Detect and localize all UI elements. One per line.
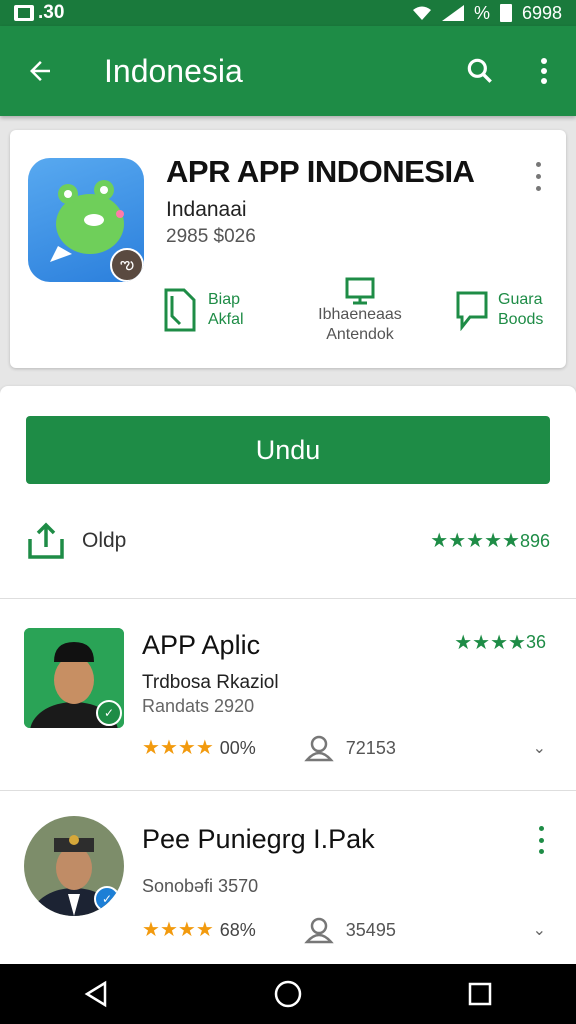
rating-stars: ★ ★ ★ ★ ★ — [430, 530, 520, 552]
item-users: 35495 — [304, 916, 396, 944]
install-button[interactable]: Undu — [26, 416, 550, 484]
more-vert-icon — [541, 58, 547, 84]
chevron-down-icon[interactable]: ⌄ — [533, 920, 546, 940]
item-thumbnail: ✓ — [24, 816, 124, 916]
verified-badge-icon: ✓ — [96, 700, 122, 726]
app-meta: 2985 $026 — [166, 226, 256, 247]
details-panel: Undu Oldp ★ ★ ★ ★ ★ 896 ✓ APP Aplic ★ ★ ★ ★ 36 — [0, 386, 576, 964]
action-document-line1: Biap — [208, 291, 241, 308]
item-top-rating-value: 36 — [525, 632, 546, 652]
item-users: 72153 — [304, 734, 396, 762]
action-screen[interactable]: Ibhaeneaas Antendok — [300, 270, 420, 350]
rating-value: 896 — [519, 530, 550, 551]
chevron-down-icon[interactable]: ⌄ — [533, 738, 546, 758]
action-chat-line1: Guara — [498, 291, 543, 308]
system-nav-bar — [0, 964, 576, 1024]
nav-recents-icon[interactable] — [465, 979, 495, 1009]
app-developer: Indanaai — [166, 198, 247, 221]
app-icon: ఌ — [28, 158, 144, 282]
status-right-text: 6998 — [521, 2, 562, 23]
list-item[interactable]: ✓ APP Aplic ★ ★ ★ ★ 36 Trdbosa Rkaziol Rand… — [0, 598, 576, 790]
list-item[interactable]: ✓ Pee Puniegrg I.Pak Sonobəfi 3570 ★ ★ ★ ★ … — [0, 790, 576, 964]
verified-badge-icon: ✓ — [94, 886, 120, 912]
item-top-rating: ★ ★ ★ ★ 36 — [454, 631, 546, 654]
share-row: Oldp ★ ★ ★ ★ ★ 896 — [26, 506, 550, 576]
item-menu-button[interactable] — [536, 826, 546, 854]
search-icon — [467, 58, 492, 83]
search-button[interactable] — [448, 26, 512, 116]
person-icon — [304, 917, 334, 944]
action-chat-line2: Boods — [498, 311, 544, 328]
app-menu-button[interactable] — [526, 158, 550, 194]
more-options-button[interactable] — [512, 26, 576, 116]
item-users-count: 72153 — [345, 737, 396, 758]
person-icon — [304, 735, 334, 762]
chat-icon — [456, 291, 488, 331]
item-subtitle-2: Sonobəfi 3570 — [142, 876, 259, 896]
action-document-line2: Akfal — [208, 311, 244, 328]
action-screen-line1: Ibhaeneaas — [318, 306, 402, 323]
item-title: Pee Puniegrg I.Pak — [142, 824, 375, 854]
item-percent: 68% — [219, 919, 256, 940]
item-stars: ★ ★ ★ ★ — [142, 737, 214, 759]
item-stats: ★ ★ ★ ★ 68% 35495 ⌄ — [142, 916, 546, 944]
document-icon — [164, 288, 196, 332]
wifi-icon — [412, 6, 431, 20]
item-title: APP Aplic — [142, 630, 261, 660]
app-badge-icon: ఌ — [110, 248, 144, 282]
status-bar: .30 % 6998 — [0, 0, 576, 26]
app-name: APR APP INDONESIA — [166, 154, 475, 189]
app-header-card: ఌ APR APP INDONESIA Indanaai 2985 $026 B… — [10, 130, 566, 368]
app-bar: Indonesia — [0, 26, 576, 116]
back-button[interactable] — [0, 26, 80, 116]
item-subtitle: Trdbosa Rkaziol — [142, 672, 279, 693]
item-stars: ★ ★ ★ ★ — [142, 919, 214, 941]
app-actions: Biap Akfal Ibhaeneaas Antendok Guara Boods — [160, 270, 550, 350]
status-time: .30 — [38, 2, 65, 23]
item-users-count: 35495 — [345, 919, 396, 940]
screen-icon — [345, 277, 375, 305]
nav-back-icon[interactable] — [81, 979, 111, 1009]
action-chat[interactable]: Guara Boods — [454, 270, 543, 350]
action-screen-line2: Antendok — [326, 326, 394, 343]
battery-icon — [499, 4, 512, 22]
item-thumbnail: ✓ — [24, 628, 124, 728]
notification-icon — [14, 5, 34, 21]
action-document[interactable]: Biap Akfal — [160, 270, 244, 350]
overall-rating: ★ ★ ★ ★ ★ 896 — [430, 531, 550, 552]
battery-percent: % — [473, 2, 490, 23]
signal-icon — [441, 5, 464, 21]
page-title: Indonesia — [104, 52, 243, 89]
item-subtitle-2: Randats 2920 — [142, 696, 255, 716]
item-percent: 00% — [219, 737, 256, 758]
item-stats: ★ ★ ★ ★ 00% 72153 ⌄ — [142, 734, 546, 762]
share-label: Oldp — [82, 529, 127, 552]
nav-home-icon[interactable] — [273, 979, 303, 1009]
arrow-back-icon — [30, 61, 50, 81]
share-icon[interactable] — [26, 521, 66, 561]
